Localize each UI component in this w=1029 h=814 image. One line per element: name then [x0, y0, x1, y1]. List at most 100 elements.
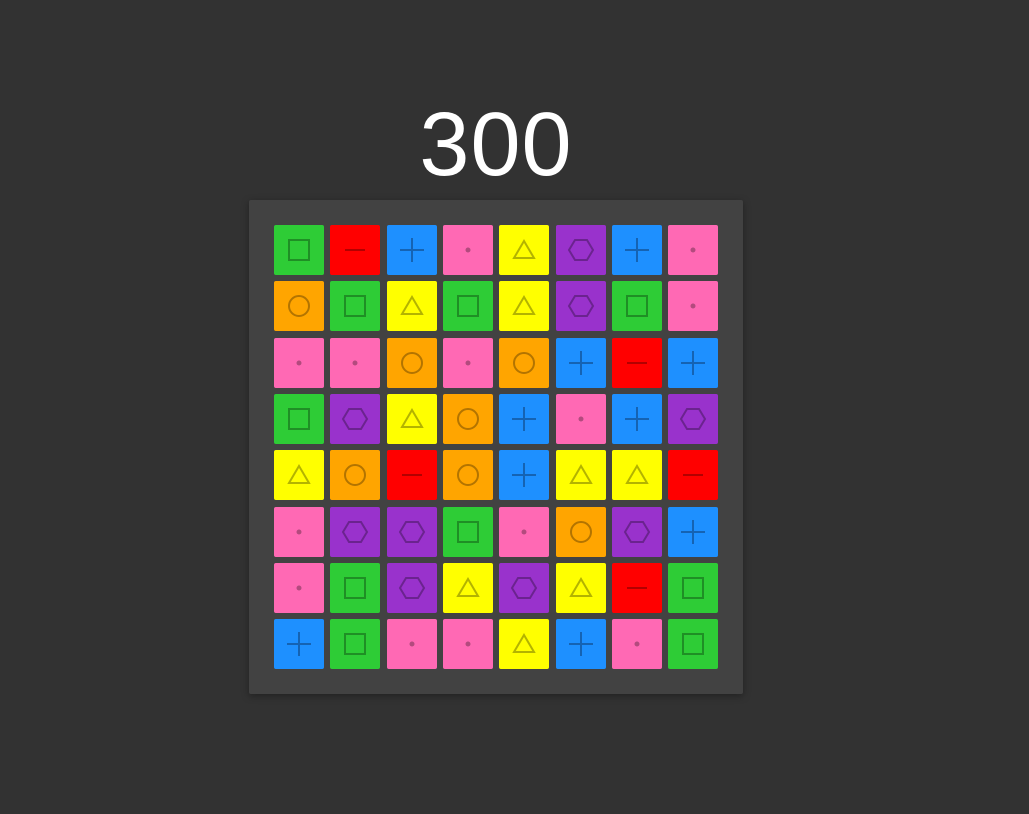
tile-orange-circle[interactable]	[443, 394, 493, 444]
score-display: 300	[419, 95, 573, 195]
tile-blue-plus[interactable]	[668, 507, 718, 557]
triangle-icon	[625, 464, 649, 484]
tile-yellow-triangle[interactable]	[274, 450, 324, 500]
tile-blue-plus[interactable]	[499, 394, 549, 444]
tile-pink-dot[interactable]	[274, 507, 324, 557]
dot-icon	[521, 529, 527, 535]
tile-purple-hexagon[interactable]	[330, 507, 380, 557]
tile-pink-dot[interactable]	[443, 338, 493, 388]
minus-icon	[402, 474, 422, 476]
tile-orange-circle[interactable]	[556, 507, 606, 557]
plus-icon	[625, 407, 649, 431]
square-icon	[626, 295, 648, 317]
triangle-icon	[512, 633, 536, 653]
tile-pink-dot[interactable]	[612, 619, 662, 669]
tile-purple-hexagon[interactable]	[612, 507, 662, 557]
tile-yellow-triangle[interactable]	[499, 619, 549, 669]
tile-orange-circle[interactable]	[387, 338, 437, 388]
tile-red-minus[interactable]	[612, 338, 662, 388]
tile-red-minus[interactable]	[387, 450, 437, 500]
tile-purple-hexagon[interactable]	[556, 225, 606, 275]
tile-yellow-triangle[interactable]	[612, 450, 662, 500]
tile-purple-hexagon[interactable]	[499, 563, 549, 613]
tile-yellow-triangle[interactable]	[499, 225, 549, 275]
tile-purple-hexagon[interactable]	[556, 281, 606, 331]
tile-pink-dot[interactable]	[274, 338, 324, 388]
tile-pink-dot[interactable]	[330, 338, 380, 388]
tile-yellow-triangle[interactable]	[499, 281, 549, 331]
tile-green-square[interactable]	[274, 394, 324, 444]
dot-icon	[690, 303, 696, 309]
dot-icon	[409, 641, 415, 647]
hexagon-icon	[623, 521, 651, 543]
dot-icon	[634, 641, 640, 647]
plus-icon	[681, 520, 705, 544]
tile-pink-dot[interactable]	[556, 394, 606, 444]
tile-red-minus[interactable]	[612, 563, 662, 613]
tile-purple-hexagon[interactable]	[387, 507, 437, 557]
tile-pink-dot[interactable]	[274, 563, 324, 613]
dot-icon	[296, 585, 302, 591]
square-icon	[288, 408, 310, 430]
tile-red-minus[interactable]	[330, 225, 380, 275]
tile-blue-plus[interactable]	[499, 450, 549, 500]
hexagon-icon	[510, 577, 538, 599]
tile-orange-circle[interactable]	[274, 281, 324, 331]
dot-icon	[578, 416, 584, 422]
tile-green-square[interactable]	[330, 619, 380, 669]
square-icon	[344, 577, 366, 599]
square-icon	[457, 295, 479, 317]
minus-icon	[627, 587, 647, 589]
tile-green-square[interactable]	[330, 281, 380, 331]
tile-green-square[interactable]	[668, 619, 718, 669]
plus-icon	[512, 407, 536, 431]
tile-green-square[interactable]	[443, 281, 493, 331]
dot-icon	[296, 529, 302, 535]
triangle-icon	[400, 295, 424, 315]
square-icon	[344, 633, 366, 655]
tile-green-square[interactable]	[330, 563, 380, 613]
tile-purple-hexagon[interactable]	[387, 563, 437, 613]
minus-icon	[627, 362, 647, 364]
dot-icon	[465, 641, 471, 647]
tile-pink-dot[interactable]	[668, 225, 718, 275]
plus-icon	[569, 632, 593, 656]
tile-purple-hexagon[interactable]	[668, 394, 718, 444]
tile-orange-circle[interactable]	[499, 338, 549, 388]
tile-green-square[interactable]	[274, 225, 324, 275]
tile-red-minus[interactable]	[668, 450, 718, 500]
plus-icon	[512, 463, 536, 487]
tile-orange-circle[interactable]	[443, 450, 493, 500]
tile-pink-dot[interactable]	[387, 619, 437, 669]
triangle-icon	[456, 577, 480, 597]
tile-yellow-triangle[interactable]	[387, 394, 437, 444]
tile-yellow-triangle[interactable]	[387, 281, 437, 331]
tile-blue-plus[interactable]	[668, 338, 718, 388]
tile-pink-dot[interactable]	[499, 507, 549, 557]
tile-pink-dot[interactable]	[443, 619, 493, 669]
tile-blue-plus[interactable]	[556, 619, 606, 669]
square-icon	[682, 577, 704, 599]
tile-pink-dot[interactable]	[668, 281, 718, 331]
dot-icon	[352, 360, 358, 366]
tile-blue-plus[interactable]	[612, 394, 662, 444]
dot-icon	[690, 247, 696, 253]
tile-blue-plus[interactable]	[556, 338, 606, 388]
tile-blue-plus[interactable]	[387, 225, 437, 275]
tile-pink-dot[interactable]	[443, 225, 493, 275]
tile-orange-circle[interactable]	[330, 450, 380, 500]
tile-green-square[interactable]	[612, 281, 662, 331]
triangle-icon	[512, 295, 536, 315]
dot-icon	[296, 360, 302, 366]
tile-purple-hexagon[interactable]	[330, 394, 380, 444]
tile-yellow-triangle[interactable]	[443, 563, 493, 613]
tile-yellow-triangle[interactable]	[556, 450, 606, 500]
triangle-icon	[287, 464, 311, 484]
tile-green-square[interactable]	[443, 507, 493, 557]
game-board	[249, 200, 743, 694]
tile-green-square[interactable]	[668, 563, 718, 613]
tile-blue-plus[interactable]	[274, 619, 324, 669]
minus-icon	[345, 249, 365, 251]
tile-blue-plus[interactable]	[612, 225, 662, 275]
tile-yellow-triangle[interactable]	[556, 563, 606, 613]
